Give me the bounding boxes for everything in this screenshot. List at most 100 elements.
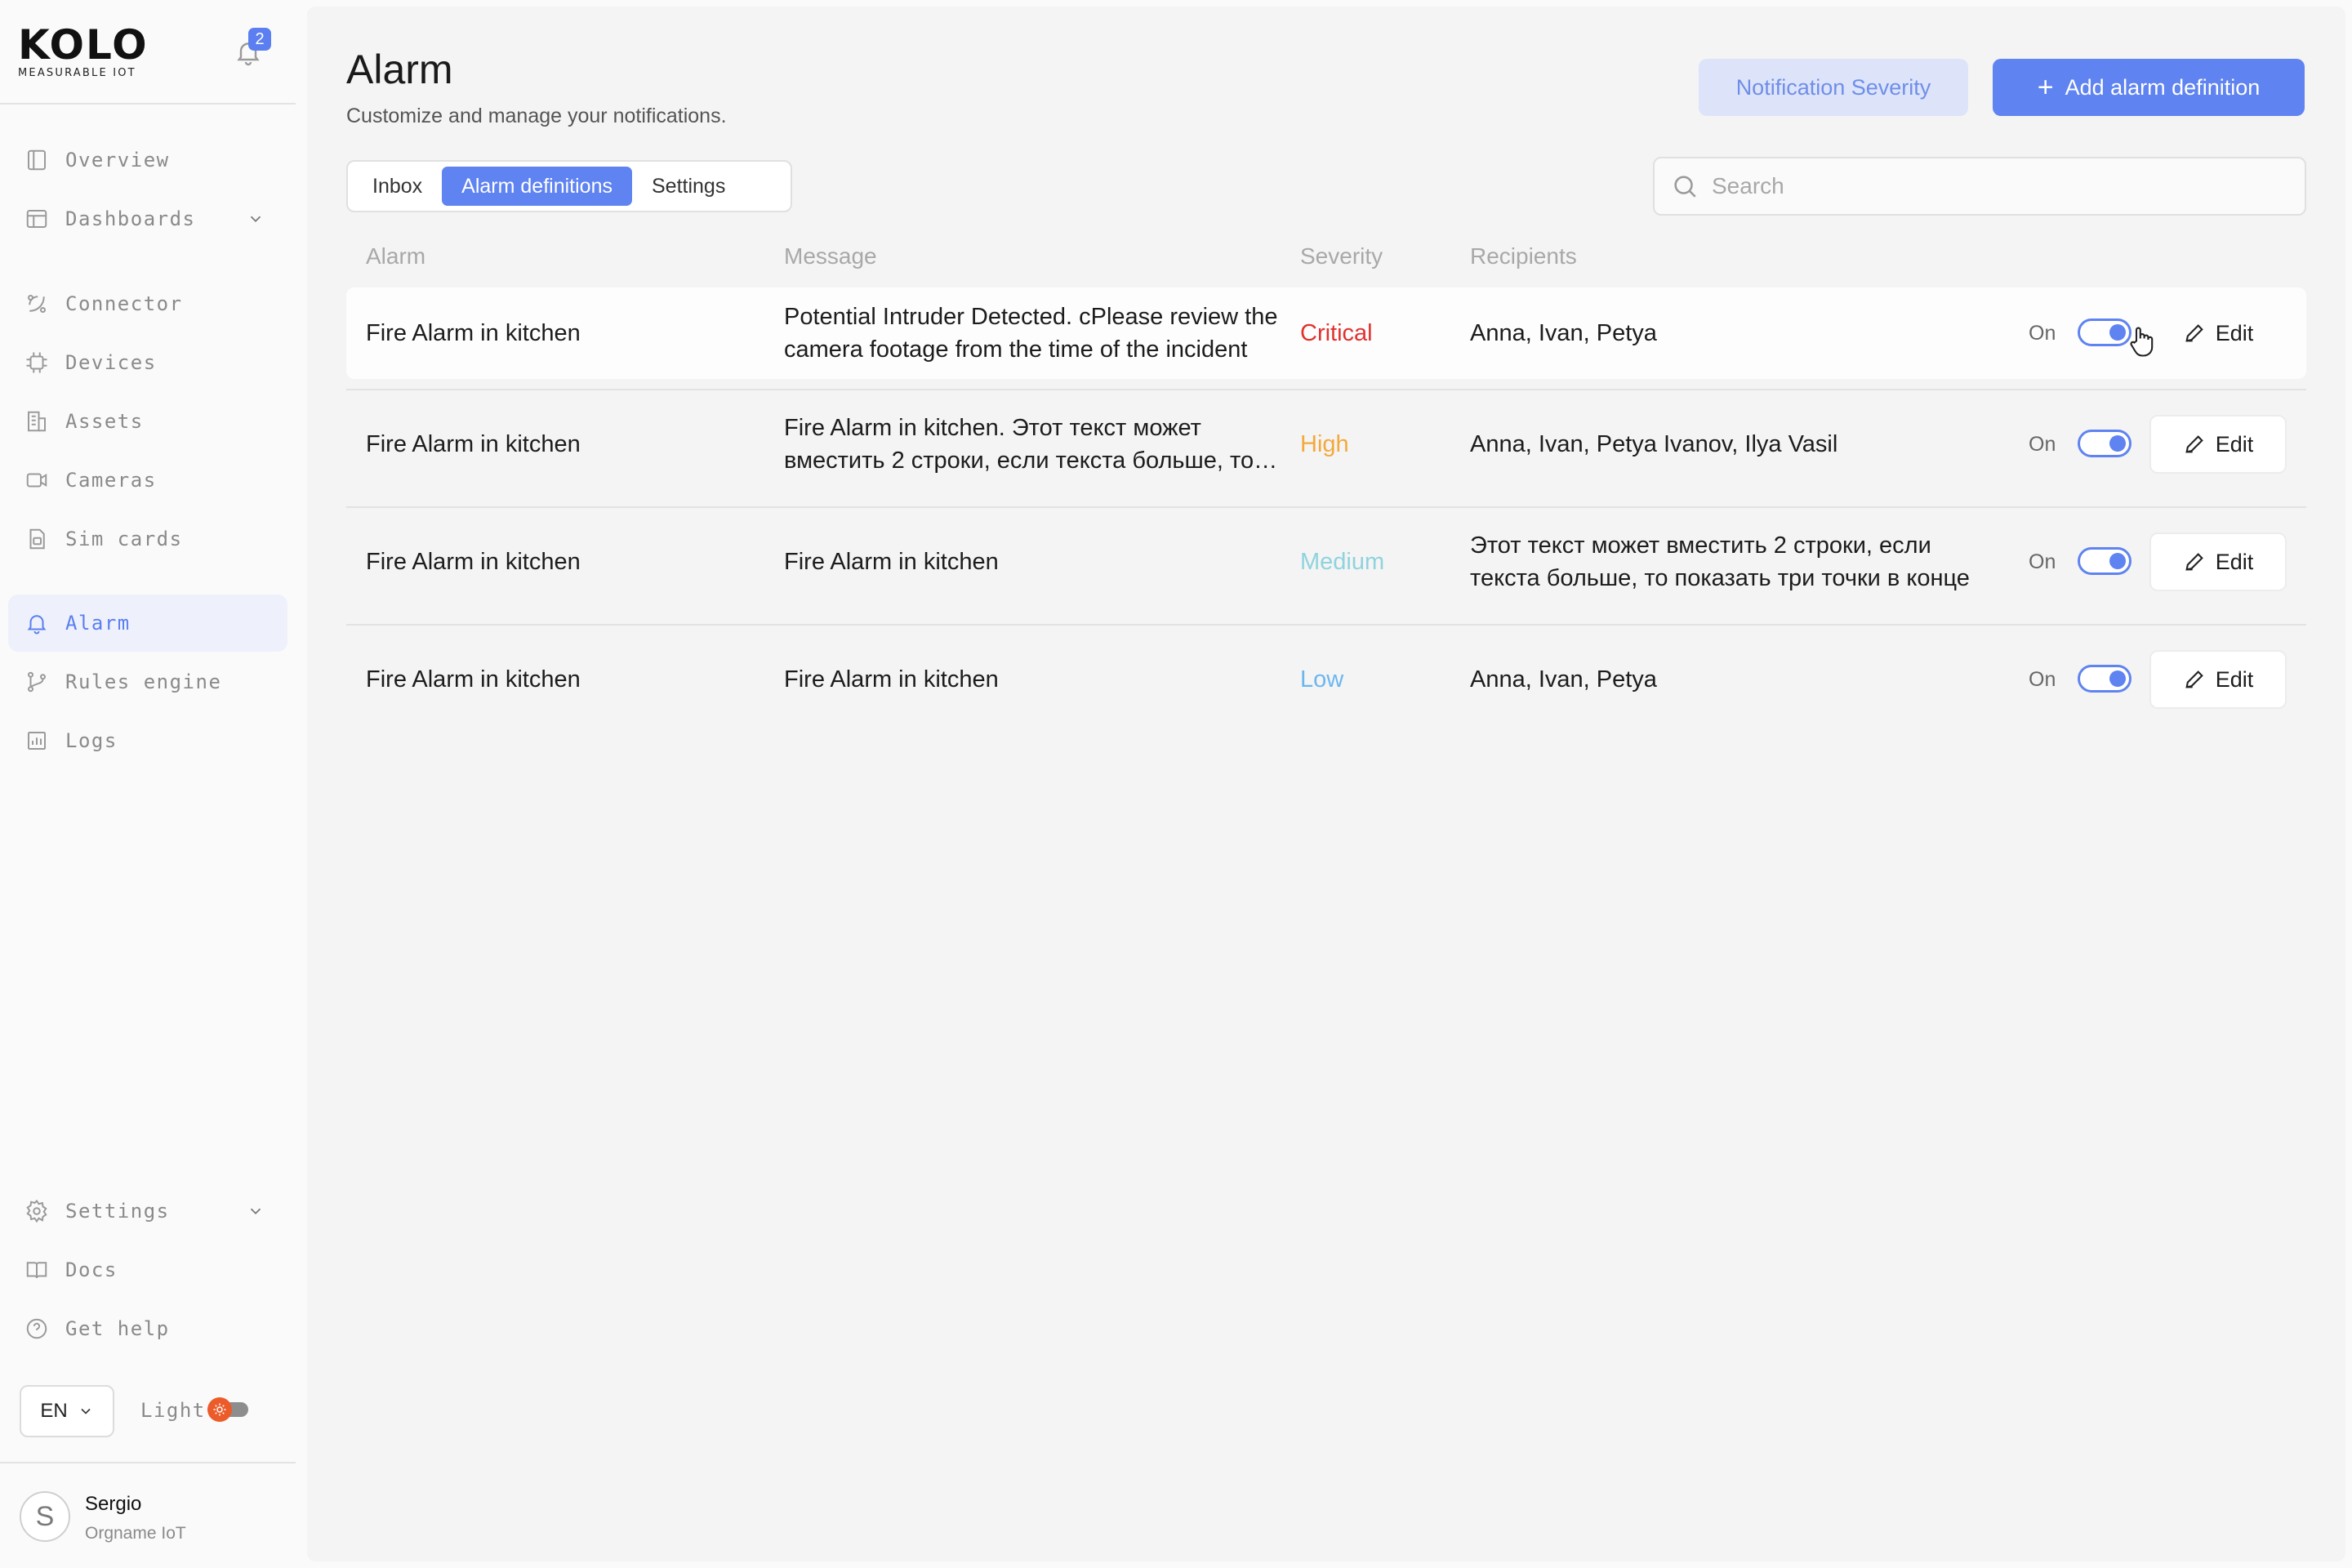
alarm-message: Fire Alarm in kitchen xyxy=(784,549,999,575)
sidebar-item-label: Dashboards xyxy=(65,207,196,230)
gear-icon xyxy=(24,1199,49,1223)
sidebar: KOLO MEASURABLE IOT 2 Overview Dashboard… xyxy=(0,0,296,1568)
table-row[interactable]: Fire Alarm in kitchen Fire Alarm in kitc… xyxy=(346,399,2306,490)
severity-label: Medium xyxy=(1300,549,1385,575)
recipients: Anna, Ivan, Petya xyxy=(1470,666,1657,693)
edit-button[interactable]: Edit xyxy=(2149,415,2287,474)
edit-label: Edit xyxy=(2215,431,2254,457)
sidebar-item-settings[interactable]: Settings xyxy=(8,1183,287,1240)
recipients: Anna, Ivan, Petya Ivanov, Ilya Vasil xyxy=(1470,431,1838,457)
brand-logo[interactable]: KOLO MEASURABLE IOT xyxy=(18,23,149,79)
help-icon xyxy=(24,1316,49,1341)
add-alarm-definition-label: Add alarm definition xyxy=(2065,74,2261,100)
enable-toggle[interactable] xyxy=(2078,665,2132,693)
plus-icon: + xyxy=(2037,72,2054,103)
sidebar-item-dashboards[interactable]: Dashboards xyxy=(8,190,287,247)
edit-button[interactable]: Edit xyxy=(2149,304,2287,363)
edit-label: Edit xyxy=(2215,549,2254,574)
chevron-down-icon[interactable] xyxy=(247,210,265,228)
building-icon xyxy=(24,409,49,434)
overview-icon xyxy=(24,148,49,172)
sidebar-item-get-help[interactable]: Get help xyxy=(8,1300,287,1357)
chart-icon xyxy=(24,728,49,753)
page-title: Alarm xyxy=(346,47,453,92)
connector-icon xyxy=(24,292,49,316)
user-profile[interactable]: S Sergio Orgname IoT xyxy=(0,1462,296,1568)
sidebar-item-connector[interactable]: Connector xyxy=(8,275,287,332)
pencil-icon xyxy=(2185,435,2203,453)
sidebar-item-label: Logs xyxy=(65,729,118,752)
alarm-message: Potential Intruder Detected. cPlease rev… xyxy=(784,304,1278,363)
sidebar-item-logs[interactable]: Logs xyxy=(8,712,287,769)
sidebar-item-label: Assets xyxy=(65,410,144,433)
avatar: S xyxy=(20,1491,70,1542)
user-name: Sergio xyxy=(85,1493,142,1515)
sidebar-item-alarm[interactable]: Alarm xyxy=(8,595,287,652)
table-header: Alarm Message Severity Recipients xyxy=(346,243,2306,279)
sidebar-item-label: Connector xyxy=(65,292,183,315)
sidebar-item-rules-engine[interactable]: Rules engine xyxy=(8,653,287,710)
column-header-message[interactable]: Message xyxy=(784,243,877,270)
tab-inbox[interactable]: Inbox xyxy=(353,167,442,206)
status-label: On xyxy=(2029,550,2056,573)
page-subtitle: Customize and manage your notifications. xyxy=(346,105,727,127)
column-header-recipients[interactable]: Recipients xyxy=(1470,243,1577,270)
column-header-alarm[interactable]: Alarm xyxy=(366,243,425,270)
toggle-knob xyxy=(2109,670,2126,687)
search-icon xyxy=(1674,176,1696,198)
row-divider xyxy=(346,389,2306,390)
notification-severity-button[interactable]: Notification Severity xyxy=(1699,59,1968,116)
branch-icon xyxy=(24,670,49,694)
alarm-name: Fire Alarm in kitchen xyxy=(366,666,581,693)
sim-icon xyxy=(24,527,49,551)
sidebar-item-label: Sim cards xyxy=(65,528,183,550)
toggle-knob xyxy=(2109,435,2126,452)
sidebar-item-label: Cameras xyxy=(65,469,157,492)
enable-toggle[interactable] xyxy=(2078,318,2132,346)
alarm-message: Fire Alarm in kitchen. Этот текст может … xyxy=(784,415,1254,474)
table-row[interactable]: Fire Alarm in kitchen Potential Intruder… xyxy=(346,287,2306,379)
book-icon xyxy=(24,1258,49,1282)
pencil-icon xyxy=(2185,324,2203,342)
chevron-down-icon[interactable] xyxy=(247,1202,265,1220)
sidebar-item-label: Alarm xyxy=(65,612,131,635)
severity-label: Low xyxy=(1300,666,1344,693)
recipients: Anna, Ivan, Petya xyxy=(1470,320,1657,346)
edit-button[interactable]: Edit xyxy=(2149,532,2287,591)
column-header-severity[interactable]: Severity xyxy=(1300,243,1383,270)
row-divider xyxy=(346,506,2306,508)
search-input[interactable] xyxy=(1712,173,2283,199)
table-row[interactable]: Fire Alarm in kitchen Fire Alarm in kitc… xyxy=(346,634,2306,725)
sidebar-item-docs[interactable]: Docs xyxy=(8,1241,287,1298)
pencil-icon xyxy=(2185,553,2203,571)
enable-toggle[interactable] xyxy=(2078,430,2132,457)
status-label: On xyxy=(2029,322,2056,345)
recipients: Этот текст может вместить 2 строки, если… xyxy=(1470,532,1970,591)
camera-icon xyxy=(24,468,49,492)
tab-bar: Inbox Alarm definitions Settings xyxy=(346,160,792,212)
theme-toggle[interactable] xyxy=(207,1397,248,1422)
sidebar-item-overview[interactable]: Overview xyxy=(8,131,287,189)
hand-cursor-icon xyxy=(2130,327,2154,357)
tab-alarm-definitions[interactable]: Alarm definitions xyxy=(442,167,632,206)
tab-settings[interactable]: Settings xyxy=(632,167,745,206)
edit-button[interactable]: Edit xyxy=(2149,650,2287,709)
theme-label: Light xyxy=(140,1399,206,1422)
add-alarm-definition-button[interactable]: + Add alarm definition xyxy=(1993,59,2305,116)
sidebar-item-devices[interactable]: Devices xyxy=(8,334,287,391)
sidebar-item-cameras[interactable]: Cameras xyxy=(8,452,287,509)
sidebar-item-assets[interactable]: Assets xyxy=(8,393,287,450)
search-box[interactable] xyxy=(1653,157,2306,216)
edit-label: Edit xyxy=(2215,666,2254,692)
language-select[interactable]: EN xyxy=(20,1385,114,1437)
status-label: On xyxy=(2029,433,2056,456)
main-content: Alarm Customize and manage your notifica… xyxy=(307,7,2345,1561)
table-row[interactable]: Fire Alarm in kitchen Fire Alarm in kitc… xyxy=(346,516,2306,608)
user-org: Orgname IoT xyxy=(85,1524,186,1543)
sun-icon xyxy=(207,1397,232,1422)
enable-toggle[interactable] xyxy=(2078,547,2132,575)
sidebar-item-label: Devices xyxy=(65,351,157,374)
dashboard-icon xyxy=(24,207,49,231)
sidebar-item-sim-cards[interactable]: Sim cards xyxy=(8,510,287,568)
row-divider xyxy=(346,624,2306,626)
